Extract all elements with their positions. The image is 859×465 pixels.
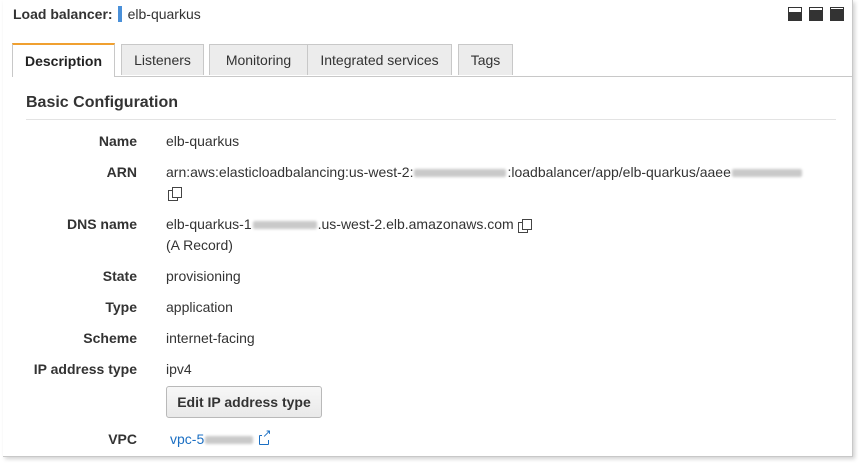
tab-description[interactable]: Description <box>12 43 115 77</box>
minimize-icon[interactable] <box>788 7 802 21</box>
name-value: elb-quarkus <box>166 133 240 149</box>
header-marker <box>117 6 122 22</box>
redacted-dns-id <box>252 221 317 230</box>
dns-label: DNS name <box>66 216 137 232</box>
copy-icon[interactable] <box>168 186 182 201</box>
load-balancer-name: elb-quarkus <box>127 6 201 22</box>
copy-icon[interactable] <box>517 218 532 233</box>
state-label: State <box>102 268 137 284</box>
tab-tags[interactable]: Tags <box>458 44 513 75</box>
panel-header: Load balancer: elb-quarkus <box>13 6 201 22</box>
type-label: Type <box>105 299 137 315</box>
split-view-icon[interactable] <box>809 7 823 21</box>
arn-label: ARN <box>106 164 137 180</box>
redacted-account-id <box>414 169 507 178</box>
tab-listeners[interactable]: Listeners <box>121 44 204 75</box>
dns-record-type: (A Record) <box>166 237 233 253</box>
dns-suffix: .us-west-2.elb.amazonaws.com <box>317 216 514 232</box>
ip-address-type-value: ipv4 <box>166 361 192 377</box>
section-divider <box>26 119 836 120</box>
scheme-value: internet-facing <box>166 330 255 346</box>
tab-monitoring[interactable]: Monitoring <box>209 44 308 75</box>
external-link-icon[interactable] <box>259 429 272 446</box>
redacted-arn-id <box>731 169 802 178</box>
tab-integrated-services[interactable]: Integrated services <box>307 44 452 75</box>
header-label: Load balancer: <box>13 6 113 22</box>
edit-ip-address-type-button[interactable]: Edit IP address type <box>166 386 322 418</box>
type-value: application <box>166 299 233 315</box>
name-label: Name <box>98 133 137 149</box>
dns-value: elb-quarkus-1 .us-west-2.elb.amazonaws.co… <box>166 216 532 233</box>
ip-address-type-label: IP address type <box>33 361 137 377</box>
redacted-vpc-id <box>205 436 254 445</box>
tab-bar: Description Listeners Monitoring Integra… <box>12 43 852 77</box>
section-title: Basic Configuration <box>26 94 179 111</box>
maximize-icon[interactable] <box>830 7 844 21</box>
arn-copy <box>166 184 182 201</box>
state-value: provisioning <box>166 268 241 284</box>
arn-suffix: :loadbalancer/app/elb-quarkus/aaee <box>507 164 731 180</box>
scheme-label: Scheme <box>83 330 137 346</box>
vpc-link[interactable]: vpc-5 <box>170 431 204 447</box>
arn-prefix: arn:aws:elasticloadbalancing:us-west-2: <box>166 164 414 180</box>
load-balancer-panel: Load balancer: elb-quarkus Description L… <box>3 0 853 457</box>
vpc-label: VPC <box>108 431 137 447</box>
view-controls <box>788 7 844 21</box>
dns-prefix: elb-quarkus-1 <box>166 216 252 232</box>
vpc-value: vpc-5 <box>170 429 272 447</box>
arn-value: arn:aws:elasticloadbalancing:us-west-2::… <box>166 164 803 180</box>
